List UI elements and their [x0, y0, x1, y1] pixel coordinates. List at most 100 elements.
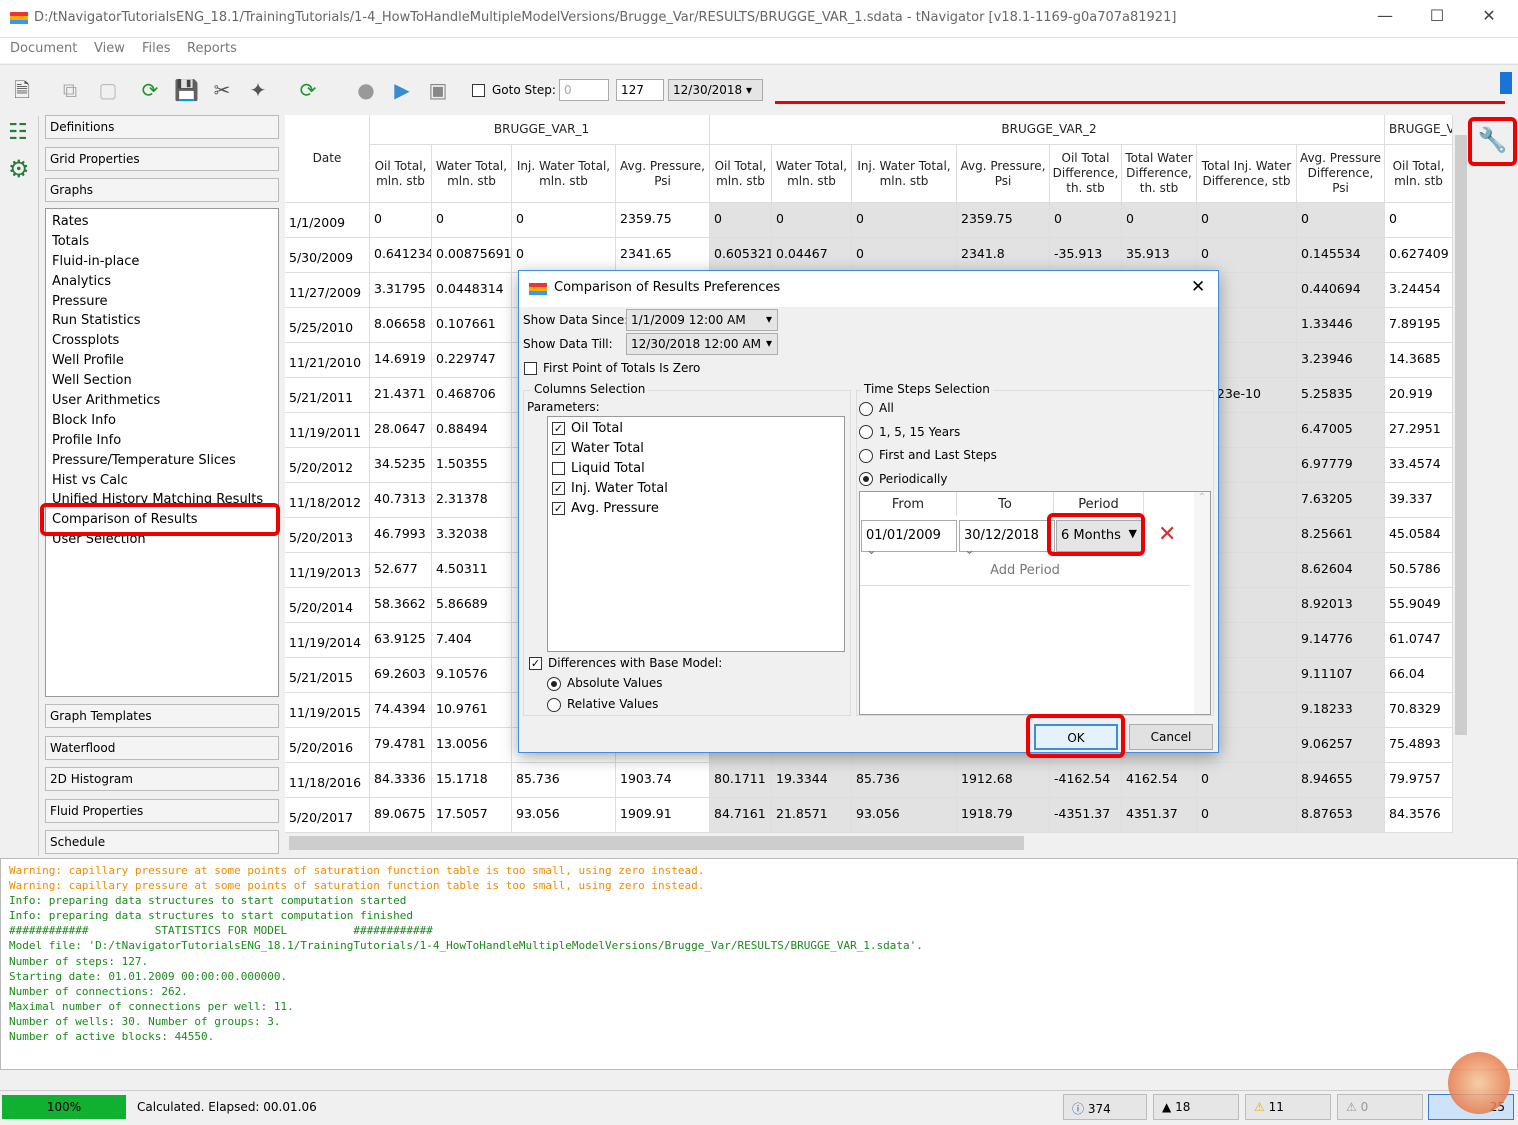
goto-step-checkbox[interactable] [472, 83, 491, 97]
new-document-icon[interactable]: 🗎 [10, 78, 34, 102]
differences-checkbox[interactable]: ✓ Differences with Base Model: [529, 656, 722, 670]
sidebar-item[interactable]: Block Info [52, 411, 272, 431]
parameter-checkbox[interactable]: ✓ Inj. Water Total [552, 481, 840, 501]
section-fluid-properties[interactable]: Fluid Properties [45, 799, 279, 823]
radio-icon[interactable] [547, 676, 561, 691]
delete-period-icon[interactable]: ✕ [1158, 522, 1176, 547]
date-header[interactable]: Date [285, 115, 370, 203]
minimize-button[interactable]: — [1370, 6, 1400, 30]
section-schedule[interactable]: Schedule [45, 830, 279, 854]
section-definitions[interactable]: Definitions [45, 115, 279, 139]
radio-icon[interactable] [547, 697, 561, 712]
radio-icon[interactable] [859, 401, 873, 416]
column-header[interactable]: Oil Total, mln. stb [1385, 145, 1453, 203]
difference-radio[interactable]: Relative Values [547, 697, 662, 718]
parameter-checkbox[interactable]: Liquid Total [552, 461, 840, 481]
timestep-radio[interactable]: 1, 5, 15 Years [859, 425, 997, 449]
date-dropdown[interactable]: 12/30/2018 ▾ [668, 79, 763, 101]
info-count-button[interactable]: ⓘ 374 [1063, 1094, 1147, 1120]
checkbox-icon[interactable] [552, 462, 565, 475]
sidebar-item[interactable]: Hist vs Calc [52, 471, 272, 491]
gear-icon[interactable]: ⚙ [8, 155, 30, 183]
from-date-picker[interactable]: 01/01/2009 ⌄ [861, 520, 957, 558]
record-icon[interactable]: ● [354, 78, 378, 102]
warnings-count-button[interactable]: ⚠ 11 [1245, 1094, 1331, 1120]
save-icon[interactable]: 💾 [174, 78, 199, 102]
sidebar-item[interactable]: Totals [52, 232, 272, 252]
radio-icon[interactable] [859, 425, 873, 439]
magic-wand-icon[interactable]: ✦ [246, 78, 270, 102]
checkbox-icon[interactable]: ✓ [552, 502, 565, 515]
menu-reports[interactable]: Reports [187, 41, 237, 56]
to-date-picker[interactable]: 30/12/2018 ⌄ [959, 520, 1055, 558]
timestep-radio[interactable]: First and Last Steps [859, 448, 997, 472]
column-header[interactable]: Avg. Pressure Difference, Psi [1297, 145, 1385, 203]
scissors-icon[interactable]: ✂ [210, 78, 234, 102]
stop-doc-icon[interactable]: ▢ [96, 78, 120, 102]
add-period-button[interactable]: Add Period [860, 556, 1190, 586]
checkbox-icon[interactable]: ✓ [552, 442, 565, 455]
column-header[interactable]: Total Water Difference, th. stb [1122, 145, 1197, 203]
radio-icon[interactable] [859, 472, 873, 486]
sidebar-item[interactable]: User Arithmetics [52, 391, 272, 411]
column-header[interactable]: Oil Total, mln. stb [710, 145, 772, 203]
menu-document[interactable]: Document [10, 41, 77, 56]
dialog-close-button[interactable]: ✕ [1191, 277, 1205, 297]
sidebar-item[interactable]: Run Statistics [52, 311, 272, 331]
checkbox-icon[interactable]: ✓ [552, 422, 565, 435]
column-header[interactable]: Oil Total, mln. stb [370, 145, 432, 203]
sidebar-item[interactable]: Fluid-in-place [52, 252, 272, 272]
maximize-button[interactable]: ☐ [1422, 6, 1452, 30]
since-dropdown[interactable]: 1/1/2009 12:00 AM ▾ [626, 309, 778, 331]
column-header[interactable]: Water Total, mln. stb [432, 145, 512, 203]
sidebar-item[interactable]: Profile Info [52, 431, 272, 451]
sidebar-item[interactable]: Pressure/Temperature Slices [52, 451, 272, 471]
checkbox-icon[interactable]: ✓ [552, 482, 565, 495]
column-header[interactable]: Oil Total Difference, th. stb [1050, 145, 1122, 203]
radio-icon[interactable] [859, 448, 873, 463]
sidebar-item[interactable]: Pressure [52, 292, 272, 312]
timestep-radio[interactable]: All [859, 401, 997, 425]
cancel-button[interactable]: Cancel [1129, 724, 1213, 750]
errors-count-button[interactable]: ⚠ 0 [1337, 1094, 1423, 1120]
wells-count-button[interactable]: ▲ 18 [1153, 1094, 1239, 1120]
section-grid-properties[interactable]: Grid Properties [45, 147, 279, 171]
column-header[interactable]: Inj. Water Total, mln. stb [512, 145, 616, 203]
sidebar-item[interactable]: Crossplots [52, 331, 272, 351]
refresh-icon[interactable]: ⟳ [296, 78, 320, 102]
close-window-button[interactable]: ✕ [1474, 6, 1504, 30]
column-header[interactable]: Water Total, mln. stb [772, 145, 852, 203]
section-graph-templates[interactable]: Graph Templates [45, 704, 279, 728]
sidebar-item[interactable]: Analytics [52, 272, 272, 292]
menu-files[interactable]: Files [142, 41, 171, 56]
parameter-checkbox[interactable]: ✓ Water Total [552, 441, 840, 461]
periods-scrollbar[interactable]: ⌃ [1194, 492, 1210, 714]
parameter-checkbox[interactable]: ✓ Avg. Pressure [552, 501, 840, 521]
horizontal-scroll-thumb[interactable] [289, 836, 1024, 850]
vertical-scroll-thumb[interactable] [1455, 135, 1467, 735]
sidebar-item[interactable]: Rates [52, 212, 272, 232]
column-header[interactable]: Avg. Pressure, Psi [616, 145, 710, 203]
section-waterflood[interactable]: Waterflood [45, 736, 279, 760]
copy-icon[interactable]: ⧉ [58, 78, 82, 102]
reload-graph-icon[interactable]: ⟳ [138, 78, 162, 102]
step-spinbox[interactable]: 127 [616, 79, 664, 101]
till-dropdown[interactable]: 12/30/2018 12:00 AM ▾ [626, 333, 778, 355]
difference-radio[interactable]: Absolute Values [547, 676, 662, 697]
column-header[interactable]: Avg. Pressure, Psi [957, 145, 1050, 203]
sidebar-item[interactable]: Well Profile [52, 351, 272, 371]
table-vertical-scrollbar[interactable] [1453, 115, 1469, 833]
column-header[interactable]: Total Inj. Water Difference, stb [1197, 145, 1297, 203]
menu-view[interactable]: View [94, 41, 125, 56]
column-header[interactable]: Inj. Water Total, mln. stb [852, 145, 957, 203]
section-graphs[interactable]: Graphs [45, 178, 279, 202]
timeline-slider-handle[interactable] [1500, 72, 1512, 94]
tree-icon[interactable]: ☷ [8, 120, 28, 145]
play-icon[interactable]: ▶ [390, 78, 414, 102]
stop-icon[interactable]: ▣ [426, 78, 450, 102]
section-2d-histogram[interactable]: 2D Histogram [45, 767, 279, 791]
goto-step-input[interactable]: 0 [559, 79, 609, 101]
sidebar-item[interactable]: Well Section [52, 371, 272, 391]
table-horizontal-scrollbar[interactable] [285, 833, 1453, 853]
parameter-checkbox[interactable]: ✓ Oil Total [552, 421, 840, 441]
